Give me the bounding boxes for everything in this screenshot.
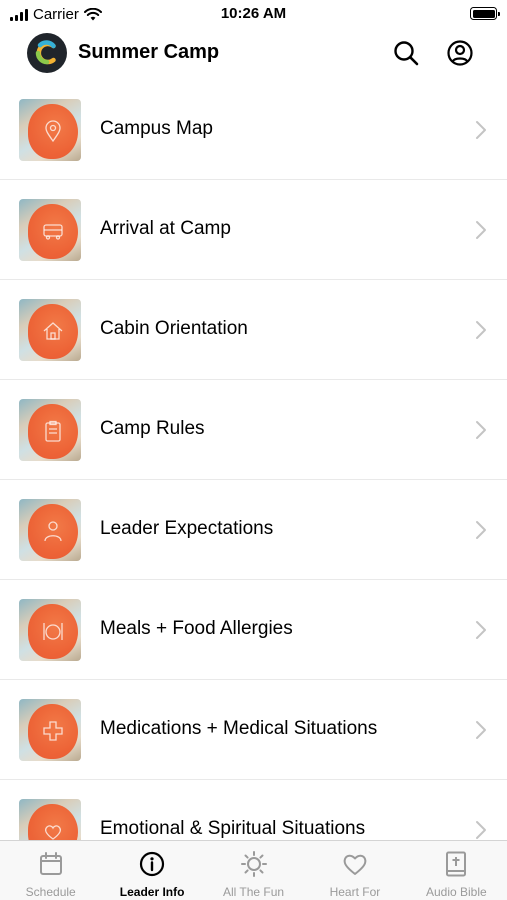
item-thumbnail <box>19 199 81 261</box>
status-bar: Carrier 10:26 AM <box>0 0 507 28</box>
list-item[interactable]: Camp Rules <box>0 380 507 480</box>
app-header: Summer Camp <box>0 30 507 76</box>
tab-bar: Schedule Leader Info All The Fun Heart F… <box>0 840 507 900</box>
list-item-label: Campus Map <box>100 118 213 139</box>
calendar-icon <box>39 852 62 875</box>
sun-icon <box>240 851 267 877</box>
heart-icon <box>343 854 367 875</box>
info-icon <box>140 851 165 877</box>
list-item[interactable]: Medications + Medical Situations <box>0 680 507 780</box>
map-pin-icon <box>45 120 61 143</box>
tab-label: All The Fun <box>222 885 285 899</box>
list-item-label: Emotional & Spiritual Situations <box>100 818 366 839</box>
heart-hands-icon <box>45 825 61 840</box>
list-item[interactable]: Arrival at Camp <box>0 180 507 280</box>
tab-audio-bible[interactable]: Audio Bible <box>406 841 507 900</box>
chevron-right-icon <box>476 121 486 139</box>
tab-all-the-fun[interactable]: All The Fun <box>203 841 304 900</box>
tab-label: Schedule <box>25 885 76 899</box>
item-thumbnail <box>19 299 81 361</box>
list-item[interactable]: Cabin Orientation <box>0 280 507 380</box>
house-icon <box>43 322 63 340</box>
item-thumbnail <box>19 499 81 561</box>
utensils-icon <box>43 623 63 640</box>
chevron-right-icon <box>476 321 486 339</box>
bus-icon <box>43 224 63 240</box>
list-item-label: Meals + Food Allergies <box>100 618 293 639</box>
status-time: 10:26 AM <box>220 5 287 22</box>
person-icon <box>44 521 62 542</box>
medical-cross-icon <box>43 721 63 741</box>
item-thumbnail <box>19 699 81 761</box>
chevron-right-icon <box>476 221 486 239</box>
clipboard-icon <box>45 420 61 442</box>
list-item-label: Arrival at Camp <box>100 218 231 239</box>
battery-icon <box>470 7 500 20</box>
list-item-label: Camp Rules <box>100 418 205 439</box>
profile-icon[interactable] <box>446 39 474 67</box>
chevron-right-icon <box>476 721 486 739</box>
tab-label: Leader Info <box>119 885 185 899</box>
list-item[interactable]: Leader Expectations <box>0 480 507 580</box>
list-item[interactable]: Campus Map <box>0 80 507 180</box>
list-item-label: Medications + Medical Situations <box>100 718 378 739</box>
tab-label: Heart For <box>329 885 381 899</box>
tab-schedule[interactable]: Schedule <box>0 841 101 900</box>
chevron-right-icon <box>476 821 486 839</box>
list-item[interactable]: Emotional & Spiritual Situations <box>0 780 507 840</box>
tab-label: Audio Bible <box>425 885 487 899</box>
search-icon[interactable] <box>392 39 420 67</box>
app-logo[interactable] <box>27 33 67 73</box>
tab-heart-for[interactable]: Heart For <box>304 841 405 900</box>
bible-icon <box>446 851 467 877</box>
item-thumbnail <box>19 399 81 461</box>
chevron-right-icon <box>476 521 486 539</box>
chevron-right-icon <box>476 621 486 639</box>
chevron-right-icon <box>476 421 486 439</box>
item-thumbnail <box>19 799 81 840</box>
item-thumbnail <box>19 99 81 161</box>
list-item[interactable]: Meals + Food Allergies <box>0 580 507 680</box>
list-item-label: Cabin Orientation <box>100 318 248 339</box>
tab-leader-info[interactable]: Leader Info <box>101 841 202 900</box>
list-item-label: Leader Expectations <box>100 518 274 539</box>
app-title: Summer Camp <box>78 41 220 63</box>
logo-mark-icon <box>35 40 56 65</box>
info-list: Campus Map Arrival at Camp Cabin Orienta… <box>0 80 507 840</box>
item-thumbnail <box>19 599 81 661</box>
